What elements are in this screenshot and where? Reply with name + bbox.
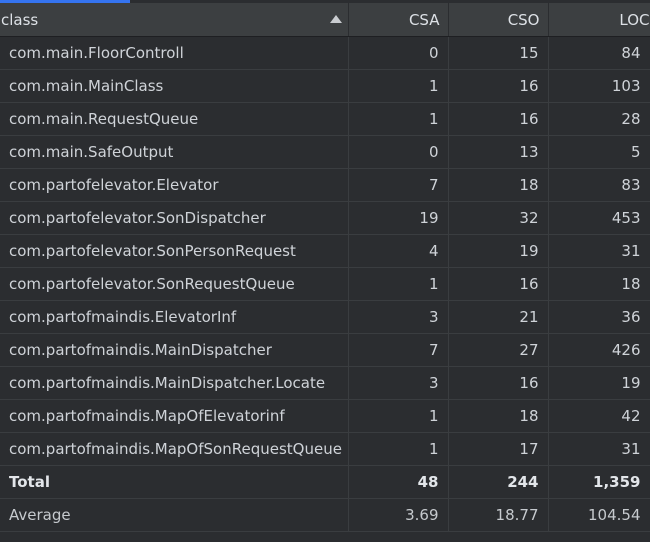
cell-cso: 15 [448, 36, 549, 70]
cell-class: com.partofelevator.SonRequestQueue [0, 267, 349, 301]
cell-cso: 16 [448, 267, 549, 301]
table-row[interactable]: com.main.MainClass 1 16 103 [0, 69, 650, 103]
total-label: Total [0, 465, 349, 499]
column-header-class-label: class [1, 10, 39, 29]
cell-loc: 84 [548, 36, 650, 70]
cell-cso: 32 [448, 201, 549, 235]
cell-class: com.partofmaindis.MainDispatcher [0, 333, 349, 367]
cell-csa: 7 [348, 168, 449, 202]
cell-class: com.partofelevator.Elevator [0, 168, 349, 202]
cell-loc: 18 [548, 267, 650, 301]
table-row[interactable]: com.partofmaindis.MapOfElevatorinf 1 18 … [0, 399, 650, 433]
table-row[interactable]: com.main.RequestQueue 1 16 28 [0, 102, 650, 136]
cell-csa: 1 [348, 102, 449, 136]
column-header-cso-label: CSO [507, 10, 540, 29]
cell-cso: 18 [448, 168, 549, 202]
cell-class: com.main.SafeOutput [0, 135, 349, 169]
cell-csa: 1 [348, 399, 449, 433]
cell-loc: 83 [548, 168, 650, 202]
cell-class: com.partofelevator.SonDispatcher [0, 201, 349, 235]
average-csa: 3.69 [348, 498, 449, 532]
cell-class: com.partofmaindis.MapOfSonRequestQueue [0, 432, 349, 466]
column-header-csa[interactable]: CSA [348, 3, 449, 37]
cell-class: com.partofmaindis.ElevatorInf [0, 300, 349, 334]
cell-class: com.partofmaindis.MainDispatcher.Locate [0, 366, 349, 400]
cell-class: com.partofmaindis.MapOfElevatorinf [0, 399, 349, 433]
cell-cso: 17 [448, 432, 549, 466]
cell-class: com.partofelevator.SonPersonRequest [0, 234, 349, 268]
cell-csa: 3 [348, 300, 449, 334]
cell-loc: 19 [548, 366, 650, 400]
cell-csa: 0 [348, 36, 449, 70]
table-row[interactable]: com.partofelevator.SonPersonRequest 4 19… [0, 234, 650, 268]
cell-class: com.main.RequestQueue [0, 102, 349, 136]
cell-csa: 1 [348, 267, 449, 301]
cell-csa: 4 [348, 234, 449, 268]
cell-cso: 21 [448, 300, 549, 334]
cell-loc: 36 [548, 300, 650, 334]
cell-loc: 453 [548, 201, 650, 235]
total-loc: 1,359 [548, 465, 650, 499]
total-csa: 48 [348, 465, 449, 499]
cell-cso: 16 [448, 102, 549, 136]
cell-class: com.main.FloorControll [0, 36, 349, 70]
table-row[interactable]: com.partofelevator.SonDispatcher 19 32 4… [0, 201, 650, 235]
cell-class: com.main.MainClass [0, 69, 349, 103]
cell-loc: 31 [548, 432, 650, 466]
cell-csa: 19 [348, 201, 449, 235]
column-header-csa-label: CSA [408, 10, 440, 29]
cell-cso: 19 [448, 234, 549, 268]
sort-ascending-icon[interactable] [329, 15, 342, 23]
table-row[interactable]: com.main.SafeOutput 0 13 5 [0, 135, 650, 169]
header-row: class CSA CSO LOC [0, 3, 650, 37]
cell-loc: 42 [548, 399, 650, 433]
table-row[interactable]: com.partofmaindis.MainDispatcher.Locate … [0, 366, 650, 400]
cell-cso: 27 [448, 333, 549, 367]
cell-loc: 5 [548, 135, 650, 169]
table-row[interactable]: com.main.FloorControll 0 15 84 [0, 36, 650, 70]
table-row[interactable]: com.partofelevator.Elevator 7 18 83 [0, 168, 650, 202]
cell-csa: 1 [348, 69, 449, 103]
metrics-table: class CSA CSO LOC com.main.FloorControll… [0, 3, 650, 532]
cell-cso: 16 [448, 69, 549, 103]
cell-csa: 7 [348, 333, 449, 367]
table-row[interactable]: com.partofmaindis.ElevatorInf 3 21 36 [0, 300, 650, 334]
average-row[interactable]: Average 3.69 18.77 104.54 [0, 498, 650, 532]
average-label: Average [0, 498, 349, 532]
column-header-class[interactable]: class [0, 3, 349, 37]
table-row[interactable]: com.partofmaindis.MapOfSonRequestQueue 1… [0, 432, 650, 466]
cell-csa: 0 [348, 135, 449, 169]
cell-csa: 3 [348, 366, 449, 400]
cell-cso: 16 [448, 366, 549, 400]
total-cso: 244 [448, 465, 549, 499]
cell-loc: 103 [548, 69, 650, 103]
cell-cso: 13 [448, 135, 549, 169]
cell-loc: 426 [548, 333, 650, 367]
column-header-cso[interactable]: CSO [448, 3, 549, 37]
cell-cso: 18 [448, 399, 549, 433]
table-row[interactable]: com.partofelevator.SonRequestQueue 1 16 … [0, 267, 650, 301]
cell-csa: 1 [348, 432, 449, 466]
column-header-loc-label: LOC [619, 10, 650, 29]
total-row[interactable]: Total 48 244 1,359 [0, 465, 650, 499]
table-row[interactable]: com.partofmaindis.MainDispatcher 7 27 42… [0, 333, 650, 367]
cell-loc: 28 [548, 102, 650, 136]
average-cso: 18.77 [448, 498, 549, 532]
column-header-loc[interactable]: LOC [548, 3, 650, 37]
cell-loc: 31 [548, 234, 650, 268]
average-loc: 104.54 [548, 498, 650, 532]
